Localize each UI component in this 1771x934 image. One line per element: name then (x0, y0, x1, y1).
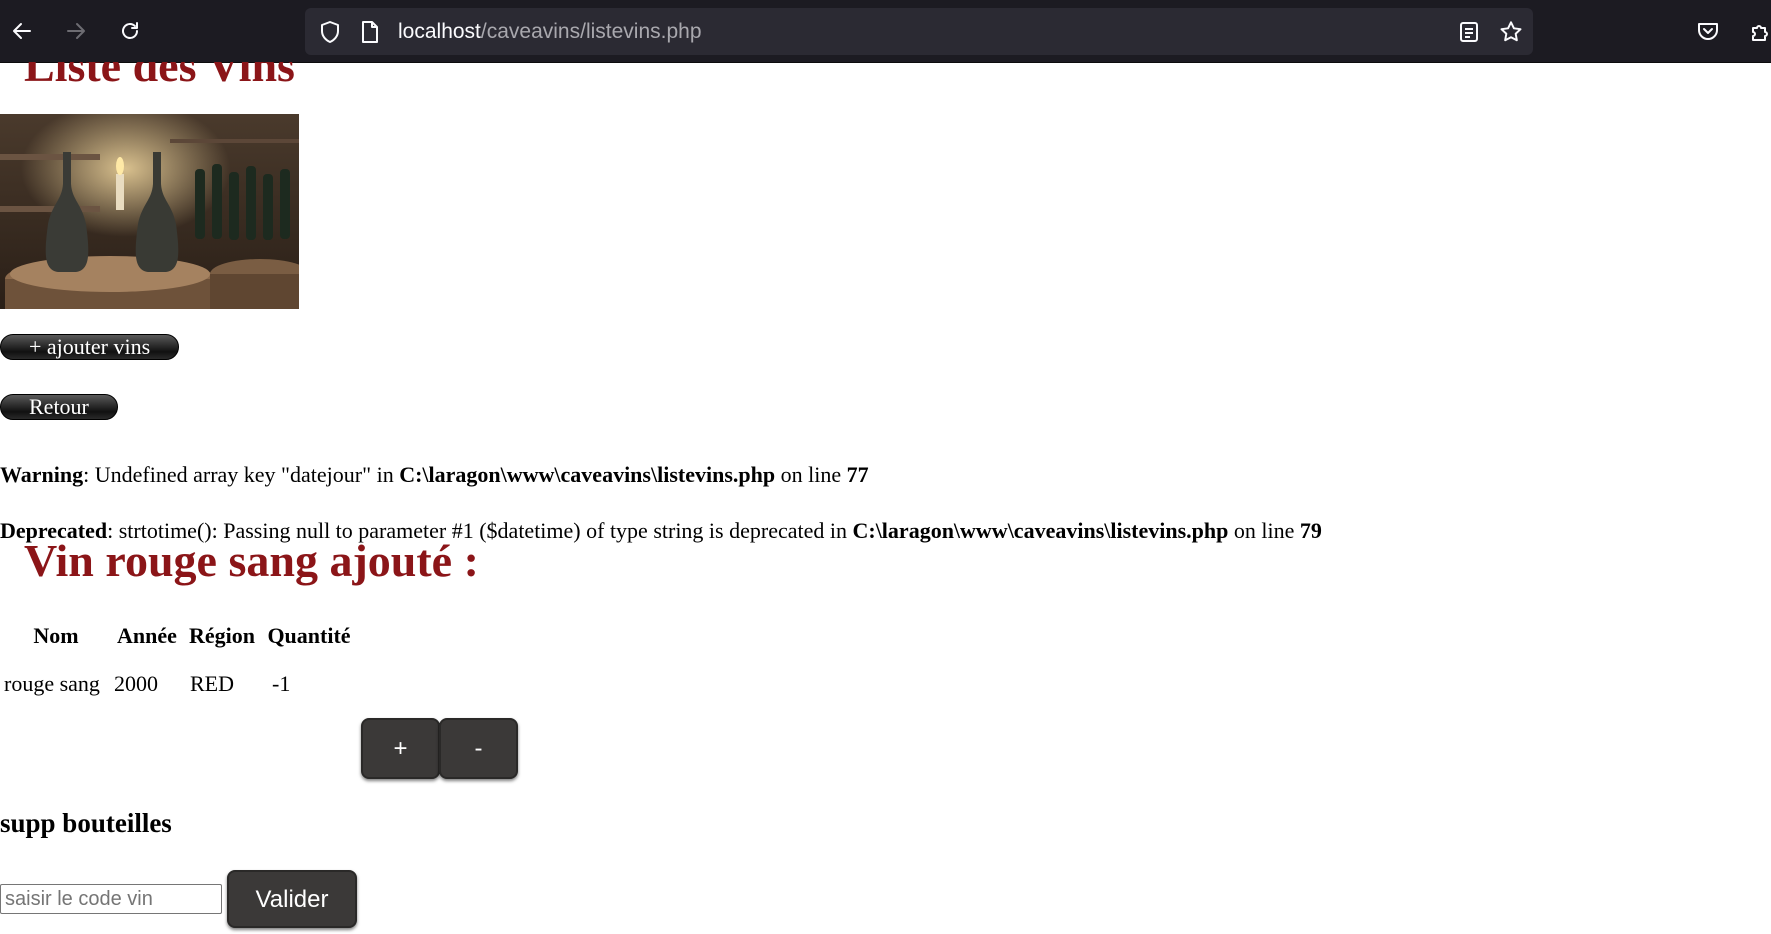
page-icon[interactable] (357, 19, 383, 45)
warning-on-line: on line (775, 462, 847, 487)
pocket-icon[interactable] (1692, 15, 1724, 47)
forward-arrow-icon[interactable] (60, 15, 92, 47)
column-header-annee: Année (117, 623, 177, 648)
cellar-bottles-photo (0, 114, 299, 309)
browser-toolbar: localhost/caveavins/listevins.php (0, 0, 1771, 63)
column-header-nom: Nom (33, 623, 79, 648)
validate-button[interactable]: Valider (227, 870, 357, 928)
cell-region: RED (190, 671, 234, 696)
url-host: localhost (398, 20, 481, 43)
decrement-quantity-button[interactable]: - (439, 718, 518, 779)
warning-label: Warning (0, 462, 84, 487)
url-path: /caveavins/listevins.php (480, 20, 702, 43)
cell-annee: 2000 (114, 671, 158, 696)
cell-nom: rouge sang (4, 671, 100, 696)
increment-quantity-button[interactable]: + (361, 718, 440, 779)
bookmark-star-icon[interactable] (1498, 19, 1524, 45)
page-content: Liste des Vins + ajouter vins Retour War… (0, 62, 1771, 934)
column-header-quantite: Quantité (267, 623, 351, 648)
wine-added-heading: Vin rouge sang ajouté : (24, 535, 479, 586)
url-text[interactable]: localhost/caveavins/listevins.php (398, 20, 702, 44)
warning-path: C:\laragon\www\caveavins\listevins.php (399, 462, 776, 487)
extensions-icon[interactable] (1745, 15, 1771, 47)
reload-icon[interactable] (114, 15, 146, 47)
page-title: Liste des Vins (24, 62, 295, 91)
warning-text: : Undefined array key "datejour" in (83, 462, 400, 487)
reader-view-icon[interactable] (1456, 19, 1482, 45)
wine-table: Nom Année Région Quantité rouge sang 200… (0, 617, 358, 715)
deprecated-path: C:\laragon\www\caveavins\listevins.php (852, 518, 1229, 543)
url-bar[interactable]: localhost/caveavins/listevins.php (305, 8, 1533, 55)
table-row: rouge sang 2000 RED -1 (2, 655, 356, 713)
table-header-row: Nom Année Région Quantité (2, 619, 356, 653)
back-arrow-icon[interactable] (6, 15, 38, 47)
delete-bottles-heading: supp bouteilles (0, 808, 172, 838)
cell-quantite: -1 (272, 671, 291, 696)
column-header-region: Région (189, 623, 255, 648)
deprecated-line-number: 79 (1299, 518, 1322, 543)
deprecated-on-line: on line (1228, 518, 1300, 543)
add-wine-button[interactable]: + ajouter vins (0, 334, 180, 360)
warning-line-number: 77 (846, 462, 869, 487)
php-warning-message: Warning: Undefined array key "datejour" … (0, 462, 869, 488)
back-button[interactable]: Retour (0, 394, 118, 420)
shield-icon[interactable] (317, 19, 343, 45)
wine-code-input[interactable] (0, 884, 222, 914)
